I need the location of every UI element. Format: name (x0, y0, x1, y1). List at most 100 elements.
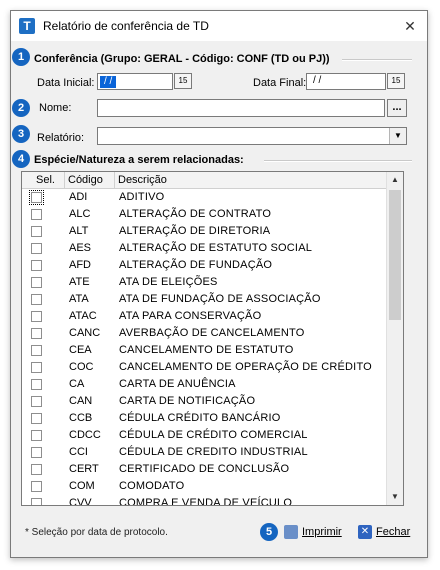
close-x-icon: ✕ (358, 525, 372, 540)
row-checkbox[interactable] (31, 226, 42, 237)
step-badge-4: 4 (12, 150, 30, 168)
row-code: AFD (69, 259, 91, 271)
row-description: CÉDULA CRÉDITO BANCÁRIO (119, 412, 281, 424)
row-code: CANC (69, 327, 101, 339)
row-checkbox[interactable] (31, 498, 42, 505)
row-checkbox[interactable] (31, 430, 42, 441)
table-row[interactable]: CVV COMPRA E VENDA DE VEÍCULO (22, 495, 387, 506)
row-code: CEA (69, 344, 92, 356)
section-divider (264, 160, 412, 162)
row-code: CERT (69, 463, 99, 475)
grid-rows: ADI ADITIVO ALC ALTERAÇÃO DE CONTRATO ALT ALT… (22, 189, 387, 506)
table-row[interactable]: ADI ADITIVO (22, 189, 387, 206)
row-description: ATA DE ELEIÇÕES (119, 276, 218, 288)
row-checkbox[interactable] (31, 209, 42, 220)
table-row[interactable]: ALC ALTERAÇÃO DE CONTRATO (22, 206, 387, 223)
row-checkbox[interactable] (31, 379, 42, 390)
row-code: ATA (69, 293, 89, 305)
table-row[interactable]: CERT CERTIFICADO DE CONCLUSÃO (22, 461, 387, 478)
header-sel[interactable]: Sel. (36, 174, 55, 186)
data-inicial-field[interactable]: / / (97, 73, 173, 90)
close-icon[interactable]: ✕ (399, 15, 421, 37)
row-code: ATAC (69, 310, 97, 322)
row-description: CANCELAMENTO DE OPERAÇÃO DE CRÉDITO (119, 361, 372, 373)
row-description: AVERBAÇÃO DE CANCELAMENTO (119, 327, 305, 339)
grid-scrollbar[interactable]: ▲ ▼ (386, 172, 403, 505)
row-code: CA (69, 378, 85, 390)
row-checkbox[interactable] (31, 464, 42, 475)
row-code: COC (69, 361, 94, 373)
row-checkbox[interactable] (31, 260, 42, 271)
row-code: ADI (69, 191, 88, 203)
row-description: ALTERAÇÃO DE FUNDAÇÃO (119, 259, 273, 271)
row-checkbox[interactable] (31, 277, 42, 288)
table-row[interactable]: CCB CÉDULA CRÉDITO BANCÁRIO (22, 410, 387, 427)
header-descricao[interactable]: Descrição (118, 174, 167, 186)
header-codigo[interactable]: Código (68, 174, 103, 186)
table-row[interactable]: AFD ALTERAÇÃO DE FUNDAÇÃO (22, 257, 387, 274)
scroll-down-icon[interactable]: ▼ (387, 489, 403, 505)
calendar-icon[interactable]: 15 (174, 73, 192, 89)
table-row[interactable]: CA CARTA DE ANUÊNCIA (22, 376, 387, 393)
row-checkbox[interactable] (31, 345, 42, 356)
print-label: Imprimir (302, 526, 342, 538)
row-code: CVV (69, 497, 92, 506)
row-checkbox[interactable] (29, 190, 44, 205)
table-row[interactable]: CAN CARTA DE NOTIFICAÇÃO (22, 393, 387, 410)
row-description: ALTERAÇÃO DE CONTRATO (119, 208, 272, 220)
row-description: CERTIFICADO DE CONCLUSÃO (119, 463, 290, 475)
chevron-down-icon[interactable]: ▼ (389, 128, 406, 144)
step-badge-3: 3 (12, 125, 30, 143)
row-checkbox[interactable] (31, 362, 42, 373)
row-description: COMPRA E VENDA DE VEÍCULO (119, 497, 293, 506)
row-description: ALTERAÇÃO DE DIRETORIA (119, 225, 271, 237)
data-inicial-label: Data Inicial: (37, 77, 95, 89)
row-description: CÉDULA DE CREDITO INDUSTRIAL (119, 446, 308, 458)
step-badge-5: 5 (260, 523, 278, 541)
nome-browse-button[interactable]: ... (387, 99, 407, 117)
data-final-label: Data Final: (253, 77, 307, 89)
fechar-button[interactable]: ✕ Fechar (358, 521, 410, 543)
row-code: ATE (69, 276, 90, 288)
data-final-field[interactable]: / / (306, 73, 386, 90)
nome-input[interactable] (97, 99, 385, 117)
table-row[interactable]: ALT ALTERAÇÃO DE DIRETORIA (22, 223, 387, 240)
row-description: CARTA DE NOTIFICAÇÃO (119, 395, 256, 407)
row-code: AES (69, 242, 92, 254)
print-button[interactable]: Imprimir (284, 521, 342, 543)
table-row[interactable]: CCI CÉDULA DE CREDITO INDUSTRIAL (22, 444, 387, 461)
row-code: ALC (69, 208, 91, 220)
table-row[interactable]: AES ALTERAÇÃO DE ESTATUTO SOCIAL (22, 240, 387, 257)
row-description: CÉDULA DE CRÉDITO COMERCIAL (119, 429, 308, 441)
table-row[interactable]: CANC AVERBAÇÃO DE CANCELAMENTO (22, 325, 387, 342)
row-checkbox[interactable] (31, 294, 42, 305)
row-description: CARTA DE ANUÊNCIA (119, 378, 236, 390)
row-checkbox[interactable] (31, 311, 42, 322)
table-row[interactable]: ATAC ATA PARA CONSERVAÇÃO (22, 308, 387, 325)
data-inicial-value: / / (100, 76, 117, 88)
row-code: ALT (69, 225, 89, 237)
table-row[interactable]: ATA ATA DE FUNDAÇÃO DE ASSOCIAÇÃO (22, 291, 387, 308)
row-checkbox[interactable] (31, 328, 42, 339)
table-row[interactable]: COC CANCELAMENTO DE OPERAÇÃO DE CRÉDITO (22, 359, 387, 376)
scroll-thumb[interactable] (389, 190, 401, 320)
relatorio-label: Relatório: (37, 132, 85, 144)
row-checkbox[interactable] (31, 396, 42, 407)
row-checkbox[interactable] (31, 413, 42, 424)
especie-grid[interactable]: Sel. Código Descrição ADI ADITIVO ALC ALTER… (21, 171, 404, 506)
section-especie-title: Espécie/Natureza a serem relacionadas: (34, 154, 244, 166)
calendar-icon[interactable]: 15 (387, 73, 405, 89)
row-checkbox[interactable] (31, 481, 42, 492)
scroll-up-icon[interactable]: ▲ (387, 172, 403, 188)
row-checkbox[interactable] (31, 447, 42, 458)
row-description: ADITIVO (119, 191, 165, 203)
table-row[interactable]: COM COMODATO (22, 478, 387, 495)
relatorio-select[interactable]: ▼ (97, 127, 407, 145)
table-row[interactable]: CDCC CÉDULA DE CRÉDITO COMERCIAL (22, 427, 387, 444)
app-logo-icon: T (19, 18, 35, 34)
data-final-value: / / (313, 75, 322, 86)
grid-header: Sel. Código Descrição (22, 172, 387, 189)
row-checkbox[interactable] (31, 243, 42, 254)
table-row[interactable]: CEA CANCELAMENTO DE ESTATUTO (22, 342, 387, 359)
table-row[interactable]: ATE ATA DE ELEIÇÕES (22, 274, 387, 291)
